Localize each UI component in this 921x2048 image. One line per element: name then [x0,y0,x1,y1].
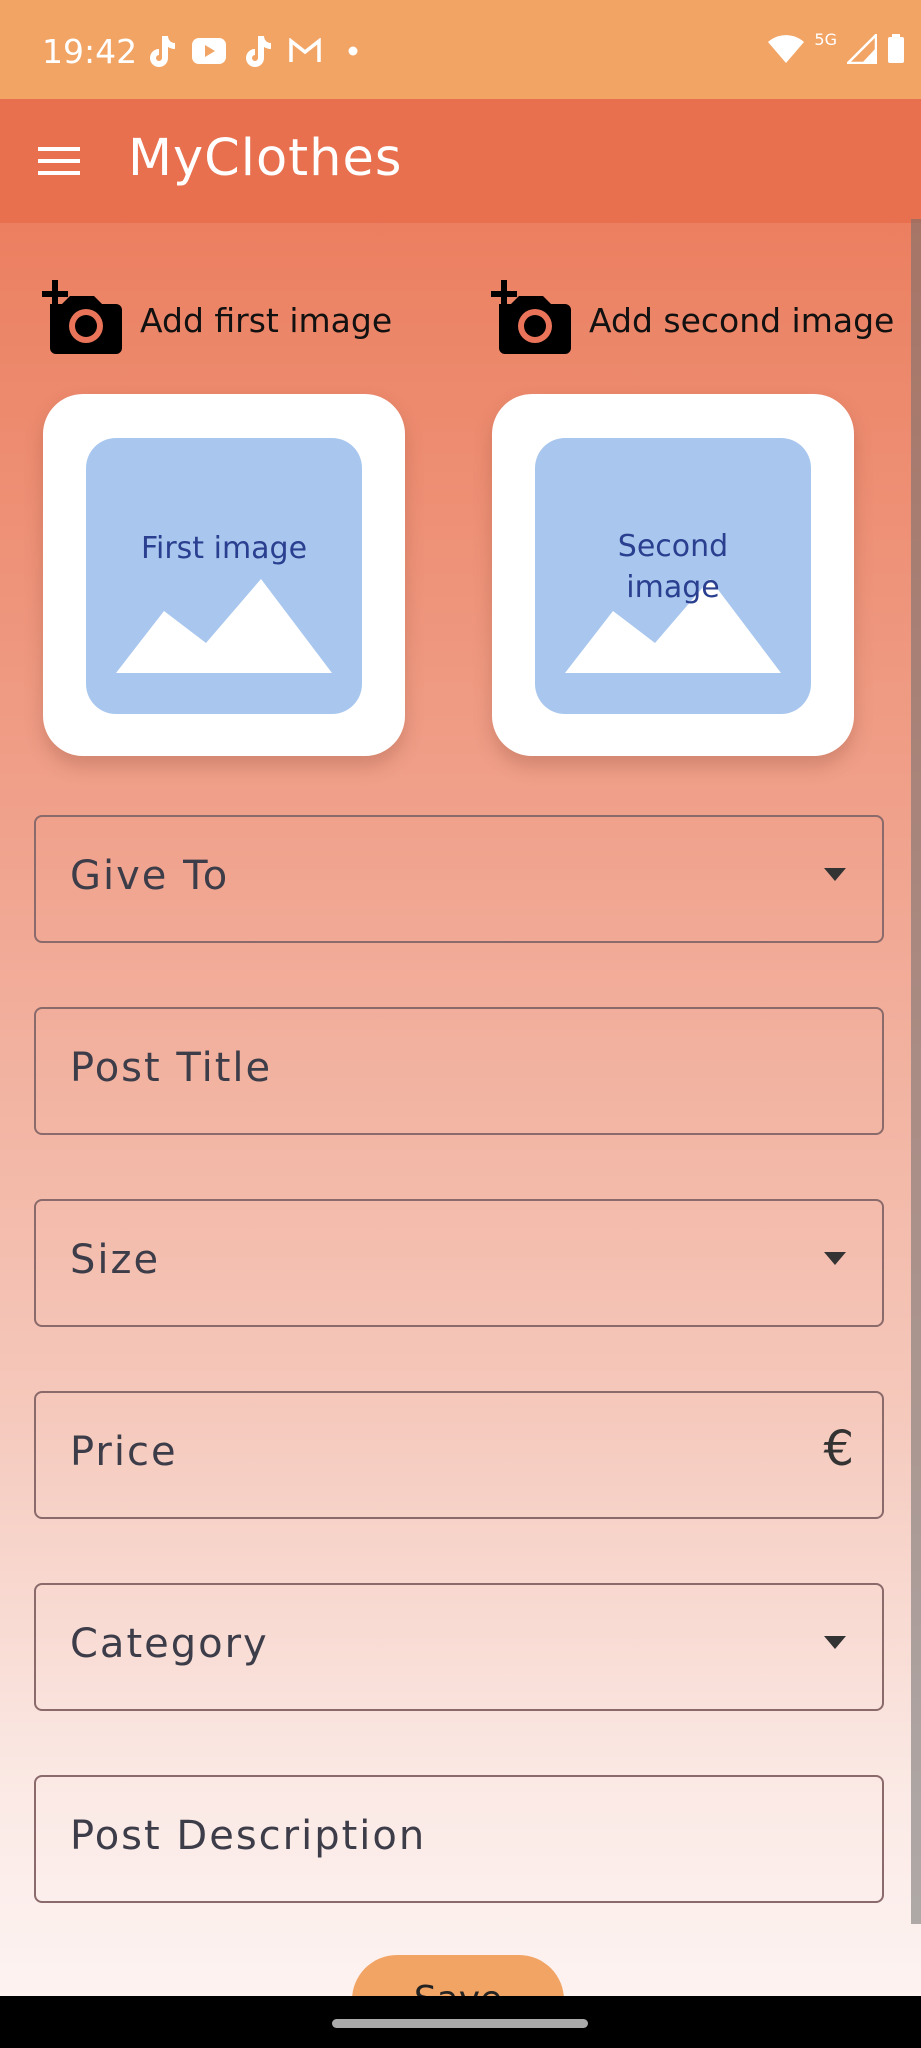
price-field[interactable]: Price € [34,1391,884,1519]
dropdown-arrow-icon [824,1251,846,1270]
tiktok-icon [143,34,179,68]
home-indicator[interactable] [332,2019,588,2028]
size-dropdown[interactable]: Size [34,1199,884,1327]
first-image-placeholder: First image [86,438,362,714]
category-dropdown[interactable]: Category [34,1583,884,1711]
notification-icons [143,34,371,68]
second-image-placeholder: Second image [535,438,811,714]
give-to-label: Give To [70,853,230,899]
network-label: 5G [814,29,837,49]
dropdown-arrow-icon [824,867,846,886]
size-label: Size [70,1237,161,1283]
second-image-text: Second image [617,529,729,605]
app-title: MyClothes [128,129,403,188]
dot-icon [335,34,371,68]
add-first-image-button[interactable]: Add first image [42,280,392,360]
post-description-field[interactable]: Post Description [34,1775,884,1903]
gmail-icon [287,34,323,68]
second-image-card[interactable]: Second image [492,394,854,756]
wifi-icon [768,34,805,68]
add-photo-icon [42,280,126,360]
add-photo-icon [491,280,575,360]
post-description-label: Post Description [70,1813,427,1859]
dropdown-arrow-icon [824,1635,846,1654]
system-icons: 5G [768,30,905,68]
status-bar: 19:42 5G [0,0,921,99]
add-second-image-button[interactable]: Add second image [491,280,894,360]
add-first-image-label: Add first image [140,300,393,340]
image-placeholder-icon [116,579,332,673]
post-title-label: Post Title [70,1045,273,1091]
signal-icon [844,31,878,68]
youtube-icon [191,34,227,68]
battery-icon [887,34,905,68]
give-to-dropdown[interactable]: Give To [34,815,884,943]
status-time: 19:42 [42,32,138,71]
category-label: Category [70,1621,269,1667]
post-title-field[interactable]: Post Title [34,1007,884,1135]
euro-icon: € [823,1421,854,1477]
tiktok-icon [239,34,275,68]
first-image-text: First image [140,531,308,566]
menu-icon[interactable] [38,143,82,179]
price-label: Price [70,1429,178,1475]
scrollbar[interactable] [911,219,921,1924]
add-second-image-label: Add second image [589,300,895,340]
app-bar: MyClothes [0,99,921,223]
first-image-card[interactable]: First image [43,394,405,756]
